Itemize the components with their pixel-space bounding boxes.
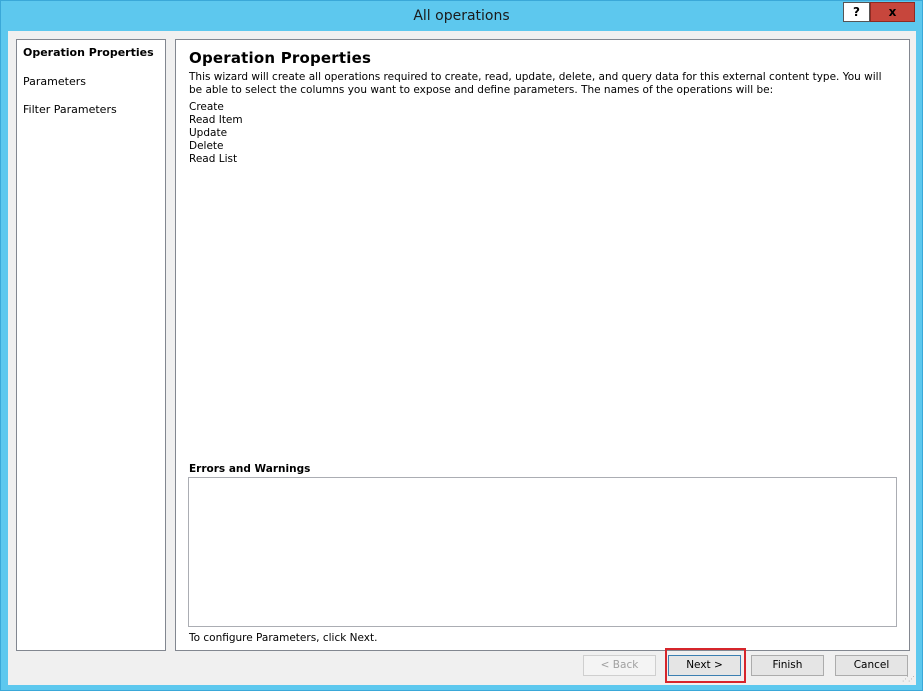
page-title: Operation Properties bbox=[189, 49, 372, 67]
operation-item: Read Item bbox=[189, 114, 243, 126]
operation-item: Create bbox=[189, 101, 224, 113]
resize-grip-icon[interactable]: ⋰⋰ bbox=[902, 675, 915, 683]
errors-label: Errors and Warnings bbox=[189, 463, 311, 475]
window-title: All operations bbox=[413, 8, 510, 24]
next-button-highlight bbox=[665, 648, 746, 683]
help-button[interactable]: ? bbox=[843, 2, 870, 22]
wizard-window: All operations ? x Operation Properties … bbox=[0, 0, 923, 691]
operations-list: Create Read Item Update Delete Read List bbox=[189, 101, 243, 166]
nav-item-parameters[interactable]: Parameters bbox=[23, 75, 86, 88]
operation-item: Read List bbox=[189, 153, 238, 165]
nav-item-operation-properties[interactable]: Operation Properties bbox=[23, 46, 154, 59]
wizard-steps-nav: Operation Properties Parameters Filter P… bbox=[16, 39, 166, 651]
operation-item: Delete bbox=[189, 140, 224, 152]
errors-box[interactable] bbox=[188, 477, 897, 627]
content-panel: Operation Properties This wizard will cr… bbox=[175, 39, 910, 651]
dialog-body: Operation Properties Parameters Filter P… bbox=[8, 31, 916, 685]
hint-text: To configure Parameters, click Next. bbox=[189, 632, 378, 644]
operation-item: Update bbox=[189, 127, 228, 139]
back-button[interactable]: < Back bbox=[583, 655, 656, 676]
cancel-button[interactable]: Cancel bbox=[835, 655, 908, 676]
close-button[interactable]: x bbox=[870, 2, 915, 22]
nav-item-filter-parameters[interactable]: Filter Parameters bbox=[23, 103, 117, 116]
title-bar[interactable]: All operations ? x bbox=[1, 1, 922, 31]
description-text: This wizard will create all operations r… bbox=[189, 71, 882, 96]
finish-button[interactable]: Finish bbox=[751, 655, 824, 676]
